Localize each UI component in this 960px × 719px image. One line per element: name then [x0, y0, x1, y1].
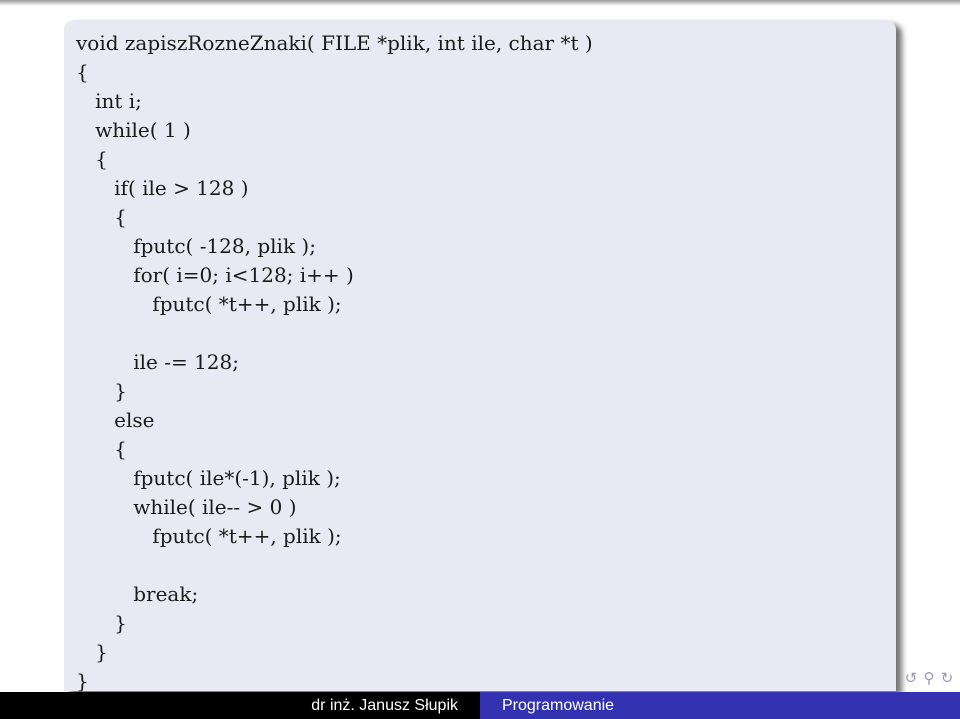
code-line: } — [76, 640, 108, 664]
code-line: while( 1 ) — [76, 118, 191, 142]
code-line: { — [76, 205, 127, 229]
code-line: fputc( *t++, plik ); — [76, 524, 342, 548]
search-icon[interactable]: ⚲ — [921, 669, 937, 687]
code-line: { — [76, 147, 108, 171]
code-line: int i; — [76, 89, 142, 113]
redo-icon[interactable]: ↻ — [939, 669, 955, 687]
code-line: void zapiszRozneZnaki( FILE *plik, int i… — [76, 31, 593, 55]
top-shade — [0, 0, 960, 6]
footer: dr inż. Janusz Słupik Programowanie — [0, 692, 960, 719]
undo-icon[interactable]: ↺ — [903, 669, 919, 687]
code-line: fputc( *t++, plik ); — [76, 292, 342, 316]
code-line: ile -= 128; — [76, 350, 239, 374]
beamer-navigation: ↺ ⚲ ↻ — [903, 667, 955, 689]
code-line: { — [76, 437, 127, 461]
footer-title: Programowanie — [480, 692, 960, 719]
code-line: { — [76, 60, 89, 84]
code-block: void zapiszRozneZnaki( FILE *plik, int i… — [64, 20, 896, 693]
code-line: while( ile-- > 0 ) — [76, 495, 297, 519]
code-line: else — [76, 408, 155, 432]
code-listing: void zapiszRozneZnaki( FILE *plik, int i… — [76, 29, 593, 696]
code-line: } — [76, 611, 127, 635]
code-line: break; — [76, 582, 199, 606]
code-line: if( ile > 128 ) — [76, 176, 249, 200]
code-line: for( i=0; i<128; i++ ) — [76, 263, 354, 287]
code-line: fputc( -128, plik ); — [76, 234, 316, 258]
code-line: } — [76, 379, 127, 403]
footer-author: dr inż. Janusz Słupik — [0, 692, 480, 719]
code-line: fputc( ile*(-1), plik ); — [76, 466, 341, 490]
